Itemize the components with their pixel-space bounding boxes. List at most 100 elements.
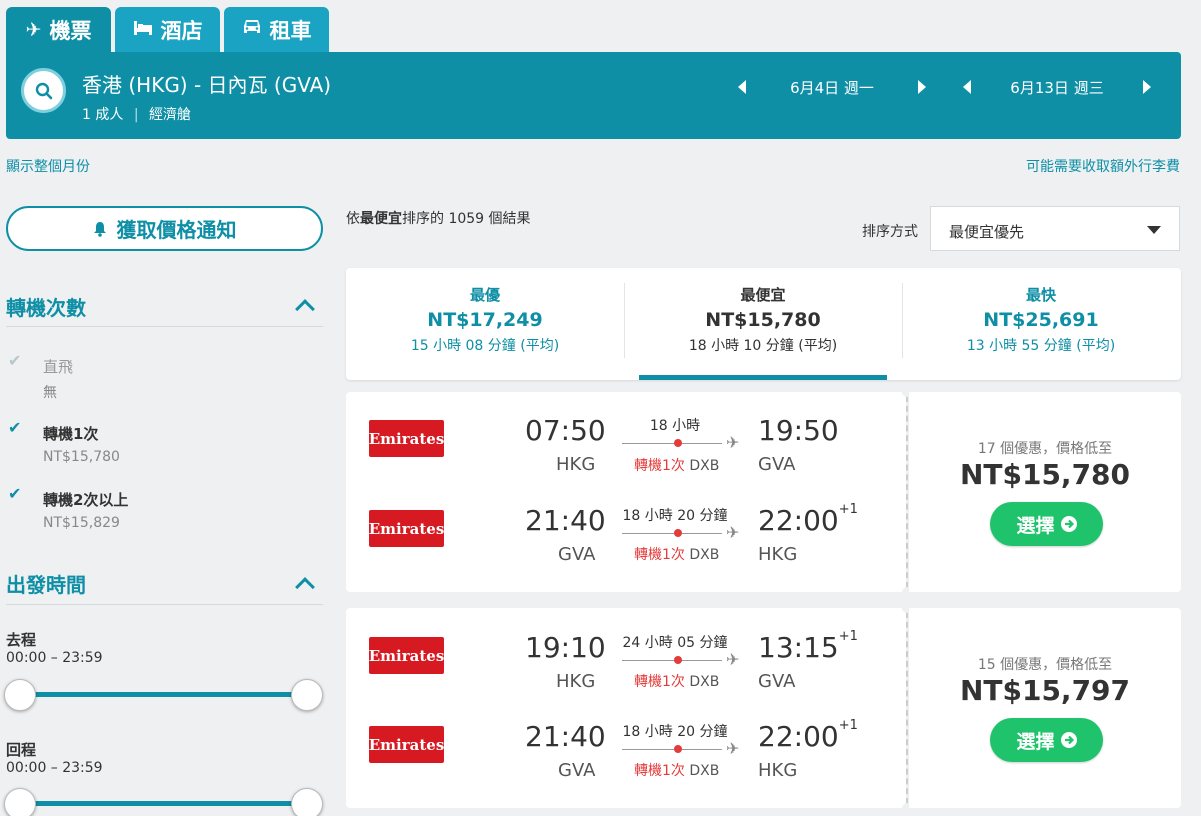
summary-best[interactable]: 最優 NT$17,249 15 小時 08 分鐘 (平均)	[346, 284, 624, 355]
arrival-time-value: 22:00	[758, 720, 839, 753]
stop-info: 轉機1次 DXB	[634, 455, 719, 475]
plane-icon: ✈	[25, 18, 42, 41]
price-alert-label: 獲取價格通知	[116, 218, 237, 242]
summary-best-label: 最優	[469, 286, 500, 304]
deals-count: 15 個優惠，價格低至	[977, 657, 1113, 673]
plane-icon: ✈	[726, 523, 740, 542]
departure-time: 07:50	[525, 414, 606, 447]
select-button[interactable]: 選擇	[990, 502, 1103, 546]
stop-info: 轉機1次 DXB	[634, 544, 719, 564]
product-tabs: ✈ 機票 酒店 租車	[6, 7, 329, 52]
tab-cars[interactable]: 租車	[224, 7, 329, 52]
return-date[interactable]: 6月13日 週三	[971, 77, 1143, 98]
select-label: 選擇	[1016, 514, 1055, 537]
stop-info: 轉機1次 DXB	[634, 671, 719, 691]
summary-best-duration: 15 小時 08 分鐘 (平均)	[410, 338, 560, 354]
arrival-airport: HKG	[758, 544, 798, 565]
checkbox-direct[interactable]: ✔	[8, 351, 21, 370]
route-line	[622, 443, 722, 444]
outbound-slider-track[interactable]	[20, 692, 307, 697]
tab-cars-label: 租車	[269, 18, 312, 43]
depart-prev-arrow-icon[interactable]	[738, 80, 746, 94]
flight-card-itinerary[interactable]: Emirates 19:10 HKG 24 小時 05 分鐘 ✈ 轉機1次 DX…	[346, 608, 906, 808]
search-summary-bar[interactable]: 香港 (HKG) - 日內瓦 (GVA) 1 成人 | 經濟艙 6月4日 週一 …	[6, 52, 1181, 139]
day-offset: +1	[838, 629, 858, 644]
departure-time: 21:40	[525, 504, 606, 537]
bell-icon	[93, 221, 106, 237]
return-slider-max-handle[interactable]	[291, 788, 323, 816]
arrow-right-icon	[1060, 732, 1077, 748]
departure-time: 19:10	[525, 631, 606, 664]
search-button[interactable]	[21, 68, 66, 113]
outbound-slider-max-handle[interactable]	[291, 679, 323, 711]
checkbox-one-stop[interactable]: ✔	[8, 418, 21, 437]
sort-value: 最便宜優先	[949, 223, 1025, 241]
stop-airport: DXB	[689, 674, 720, 690]
select-button[interactable]: 選擇	[990, 718, 1103, 762]
outbound-label: 去程	[6, 631, 37, 649]
tab-flights-label: 機票	[49, 18, 92, 43]
price-alert-button[interactable]: 獲取價格通知	[6, 206, 323, 251]
return-slider-min-handle[interactable]	[4, 788, 36, 816]
return-prev-arrow-icon[interactable]	[963, 80, 971, 94]
baggage-fee-link[interactable]: 可能需要收取額外行李費	[1026, 156, 1180, 176]
stop-count: 轉機1次	[634, 458, 685, 474]
summary-best-price: NT$17,249	[427, 309, 543, 331]
depart-date[interactable]: 6月4日 週一	[746, 77, 918, 98]
sort-select[interactable]: 最便宜優先	[930, 206, 1180, 251]
return-slider-track[interactable]	[20, 801, 307, 806]
route-text: 香港 (HKG) - 日內瓦 (GVA)	[82, 73, 332, 97]
time-filter-title: 出發時間	[6, 573, 86, 597]
arrival-time-value: 19:50	[758, 414, 839, 447]
flight-card[interactable]: Emirates 07:50 HKG 18 小時 ✈ 轉機1次 DXB 19:5…	[346, 387, 1181, 597]
divider	[6, 326, 323, 327]
stop-dot	[674, 529, 682, 537]
select-label: 選擇	[1016, 730, 1055, 753]
tab-flights[interactable]: ✈ 機票	[6, 7, 111, 52]
return-next-arrow-icon[interactable]	[1143, 80, 1151, 94]
search-icon	[35, 82, 52, 99]
summary-cheapest-duration: 18 小時 10 分鐘 (平均)	[688, 338, 838, 354]
stops-option-one-price: NT$15,780	[43, 449, 120, 465]
stops-filter-title: 轉機次數	[6, 296, 86, 320]
arrival-time: 22:00+1	[758, 718, 858, 753]
arrival-airport: HKG	[758, 760, 798, 781]
stops-option-one-label: 轉機1次	[43, 425, 99, 443]
departure-airport: GVA	[558, 544, 596, 565]
caret-down-icon	[1147, 226, 1161, 234]
airline-logo: Emirates	[369, 637, 444, 674]
summary-cheapest[interactable]: 最便宜 NT$15,780 18 小時 10 分鐘 (平均)	[624, 284, 902, 355]
arrival-time-value: 22:00	[758, 504, 839, 537]
checkbox-two-plus-stops[interactable]: ✔	[8, 484, 21, 503]
bed-icon	[133, 19, 153, 41]
active-tab-indicator	[639, 375, 887, 380]
stops-option-two-label: 轉機2次以上	[43, 491, 129, 509]
stop-count: 轉機1次	[634, 674, 685, 690]
stops-option-direct-price: 無	[43, 385, 57, 401]
flight-card-price: 15 個優惠，價格低至 NT$15,797 選擇	[909, 608, 1181, 808]
stop-info: 轉機1次 DXB	[634, 760, 719, 780]
outbound-slider-min-handle[interactable]	[4, 679, 36, 711]
flight-card-itinerary[interactable]: Emirates 07:50 HKG 18 小時 ✈ 轉機1次 DXB 19:5…	[346, 392, 906, 592]
outbound-range: 00:00 – 23:59	[6, 650, 103, 666]
stop-airport: DXB	[689, 458, 720, 474]
stop-count: 轉機1次	[634, 547, 685, 563]
flight-card[interactable]: Emirates 19:10 HKG 24 小時 05 分鐘 ✈ 轉機1次 DX…	[346, 603, 1181, 813]
chevron-up-icon[interactable]	[295, 299, 315, 319]
results-prefix: 依	[346, 211, 360, 227]
summary-cheapest-label: 最便宜	[740, 286, 786, 304]
depart-next-arrow-icon[interactable]	[918, 80, 926, 94]
passengers-cabin: 1 成人 | 經濟艙	[82, 104, 191, 124]
stop-dot	[674, 439, 682, 447]
arrival-time-value: 13:15	[758, 631, 839, 664]
sort-label: 排序方式	[862, 224, 918, 240]
plane-icon: ✈	[726, 739, 740, 758]
tab-hotels[interactable]: 酒店	[115, 7, 220, 52]
passengers-text: 1 成人	[82, 107, 124, 123]
deals-count: 17 個優惠，價格低至	[977, 441, 1113, 457]
show-month-link[interactable]: 顯示整個月份	[6, 156, 90, 176]
chevron-up-icon[interactable]	[295, 577, 315, 597]
route-line	[622, 533, 722, 534]
summary-fastest[interactable]: 最快 NT$25,691 13 小時 55 分鐘 (平均)	[902, 284, 1180, 355]
stop-airport: DXB	[689, 763, 720, 779]
